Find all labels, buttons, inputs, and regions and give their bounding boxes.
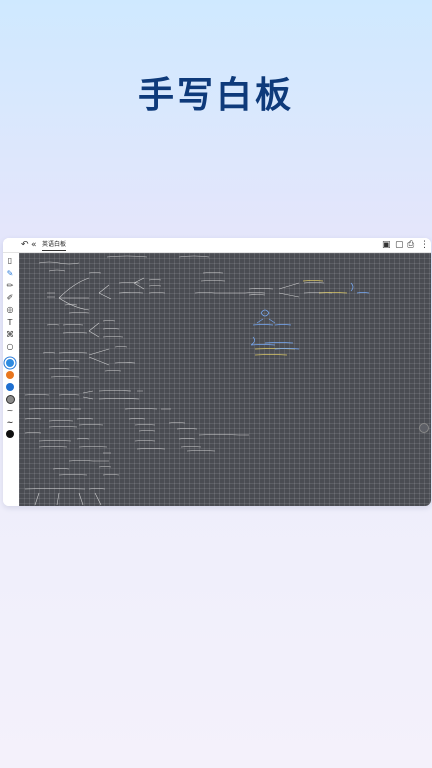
export-icon[interactable]: ⎙ [407, 239, 414, 251]
whiteboard-canvas[interactable] [19, 253, 431, 506]
pen-icon[interactable]: ✎ [5, 269, 15, 279]
save-icon[interactable]: ▣ [382, 239, 391, 251]
app-window: ☰ ▯ ✎ ✏ ✐ ◎ T ⌘ ○ ~ ~ ↶ « 英语白板 ▣ ▢ ⎙ ⋮ [3, 238, 431, 506]
page-icon[interactable]: ▯ [5, 256, 15, 266]
color-swatch-gray[interactable] [6, 395, 15, 404]
page-scroll-handle[interactable] [419, 423, 429, 433]
color-swatch-blue[interactable] [6, 359, 14, 367]
top-bar: ↶ « 英语白板 ▣ ▢ ⎙ ⋮ [3, 238, 431, 253]
lasso-icon[interactable]: ◎ [5, 305, 15, 315]
lock-icon[interactable]: ▢ [395, 239, 404, 251]
back-icon[interactable]: « [31, 239, 37, 251]
more-icon[interactable]: ⋮ [420, 239, 429, 251]
page-headline: 手写白板 [137, 75, 294, 116]
search-icon[interactable]: ○ [5, 342, 15, 352]
document-title[interactable]: 英语白板 [42, 240, 67, 251]
left-toolbar: ☰ ▯ ✎ ✏ ✐ ◎ T ⌘ ○ ~ ~ [3, 238, 17, 506]
handwritten-mindmap [24, 255, 370, 506]
stroke-medium-icon[interactable]: ~ [5, 418, 15, 428]
pencil-icon[interactable]: ✏ [5, 281, 15, 291]
shapes-icon[interactable]: ⌘ [5, 330, 15, 340]
color-swatch-orange[interactable] [6, 371, 14, 379]
color-swatch-dark-blue[interactable] [6, 383, 14, 391]
text-icon[interactable]: T [5, 318, 15, 328]
stroke-thin-icon[interactable]: ~ [5, 406, 15, 416]
color-swatch-black[interactable] [6, 430, 14, 438]
marker-icon[interactable]: ✐ [5, 293, 15, 303]
undo-icon[interactable]: ↶ [21, 239, 29, 251]
